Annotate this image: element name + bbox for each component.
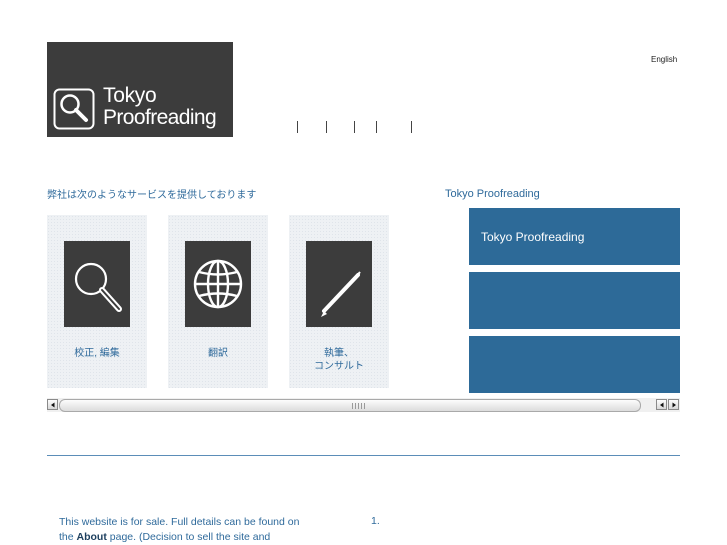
arrow-right-icon [672,402,676,408]
arrow-left-icon [660,402,664,408]
logo-text-line2: Proofreading [103,106,217,129]
footer-text: page. (Decision to sell the site and [106,531,271,543]
footer-list-number: 1. [371,515,380,527]
scroll-right-button[interactable] [668,399,679,410]
sidebar-panel-3[interactable] [469,336,680,393]
sidebar-panel-text: Tokyo Proofreading [481,230,585,244]
logo-text-line1: Tokyo [103,84,157,107]
magnifier-logo-icon [53,88,95,130]
nav-separator [326,121,327,133]
service-label-line1: 執筆、 [324,348,354,359]
nav-separator [354,121,355,133]
scroll-left-button[interactable] [47,399,58,410]
service-card-translation[interactable]: 翻訳 [168,215,268,388]
services-intro-text: 弊社は次のようなサービスを提供しております [47,190,257,201]
sidebar-panel-2[interactable] [469,272,680,329]
nav-separator [411,121,412,133]
service-card-writing[interactable]: 執筆、 コンサルト [289,215,389,388]
sidebar-title: Tokyo Proofreading [445,188,540,200]
service-label: 翻訳 [208,348,228,359]
section-divider [47,455,680,456]
nav-separator [297,121,298,133]
service-label-line2: コンサルト [314,361,364,372]
scroll-left-button[interactable] [656,399,667,410]
sidebar-panel-1[interactable]: Tokyo Proofreading [469,208,680,265]
service-label: 校正, 編集 [74,348,120,359]
language-link-english[interactable]: English [651,55,677,64]
magnifier-icon [64,241,130,327]
service-card-proofreading[interactable]: 校正, 編集 [47,215,147,388]
scrollbar-grip [352,403,366,409]
scrollbar-thumb[interactable] [59,399,641,412]
about-link[interactable]: About [77,531,107,543]
globe-icon [185,241,251,327]
footer-sale-notice: This website is for sale. Full details c… [59,515,309,545]
arrow-left-icon [51,402,55,408]
pen-icon [306,241,372,327]
site-logo[interactable]: Tokyo Proofreading [47,42,233,137]
nav-separator [376,121,377,133]
horizontal-scrollbar[interactable] [47,398,680,412]
service-label: 執筆、 コンサルト [289,347,389,373]
